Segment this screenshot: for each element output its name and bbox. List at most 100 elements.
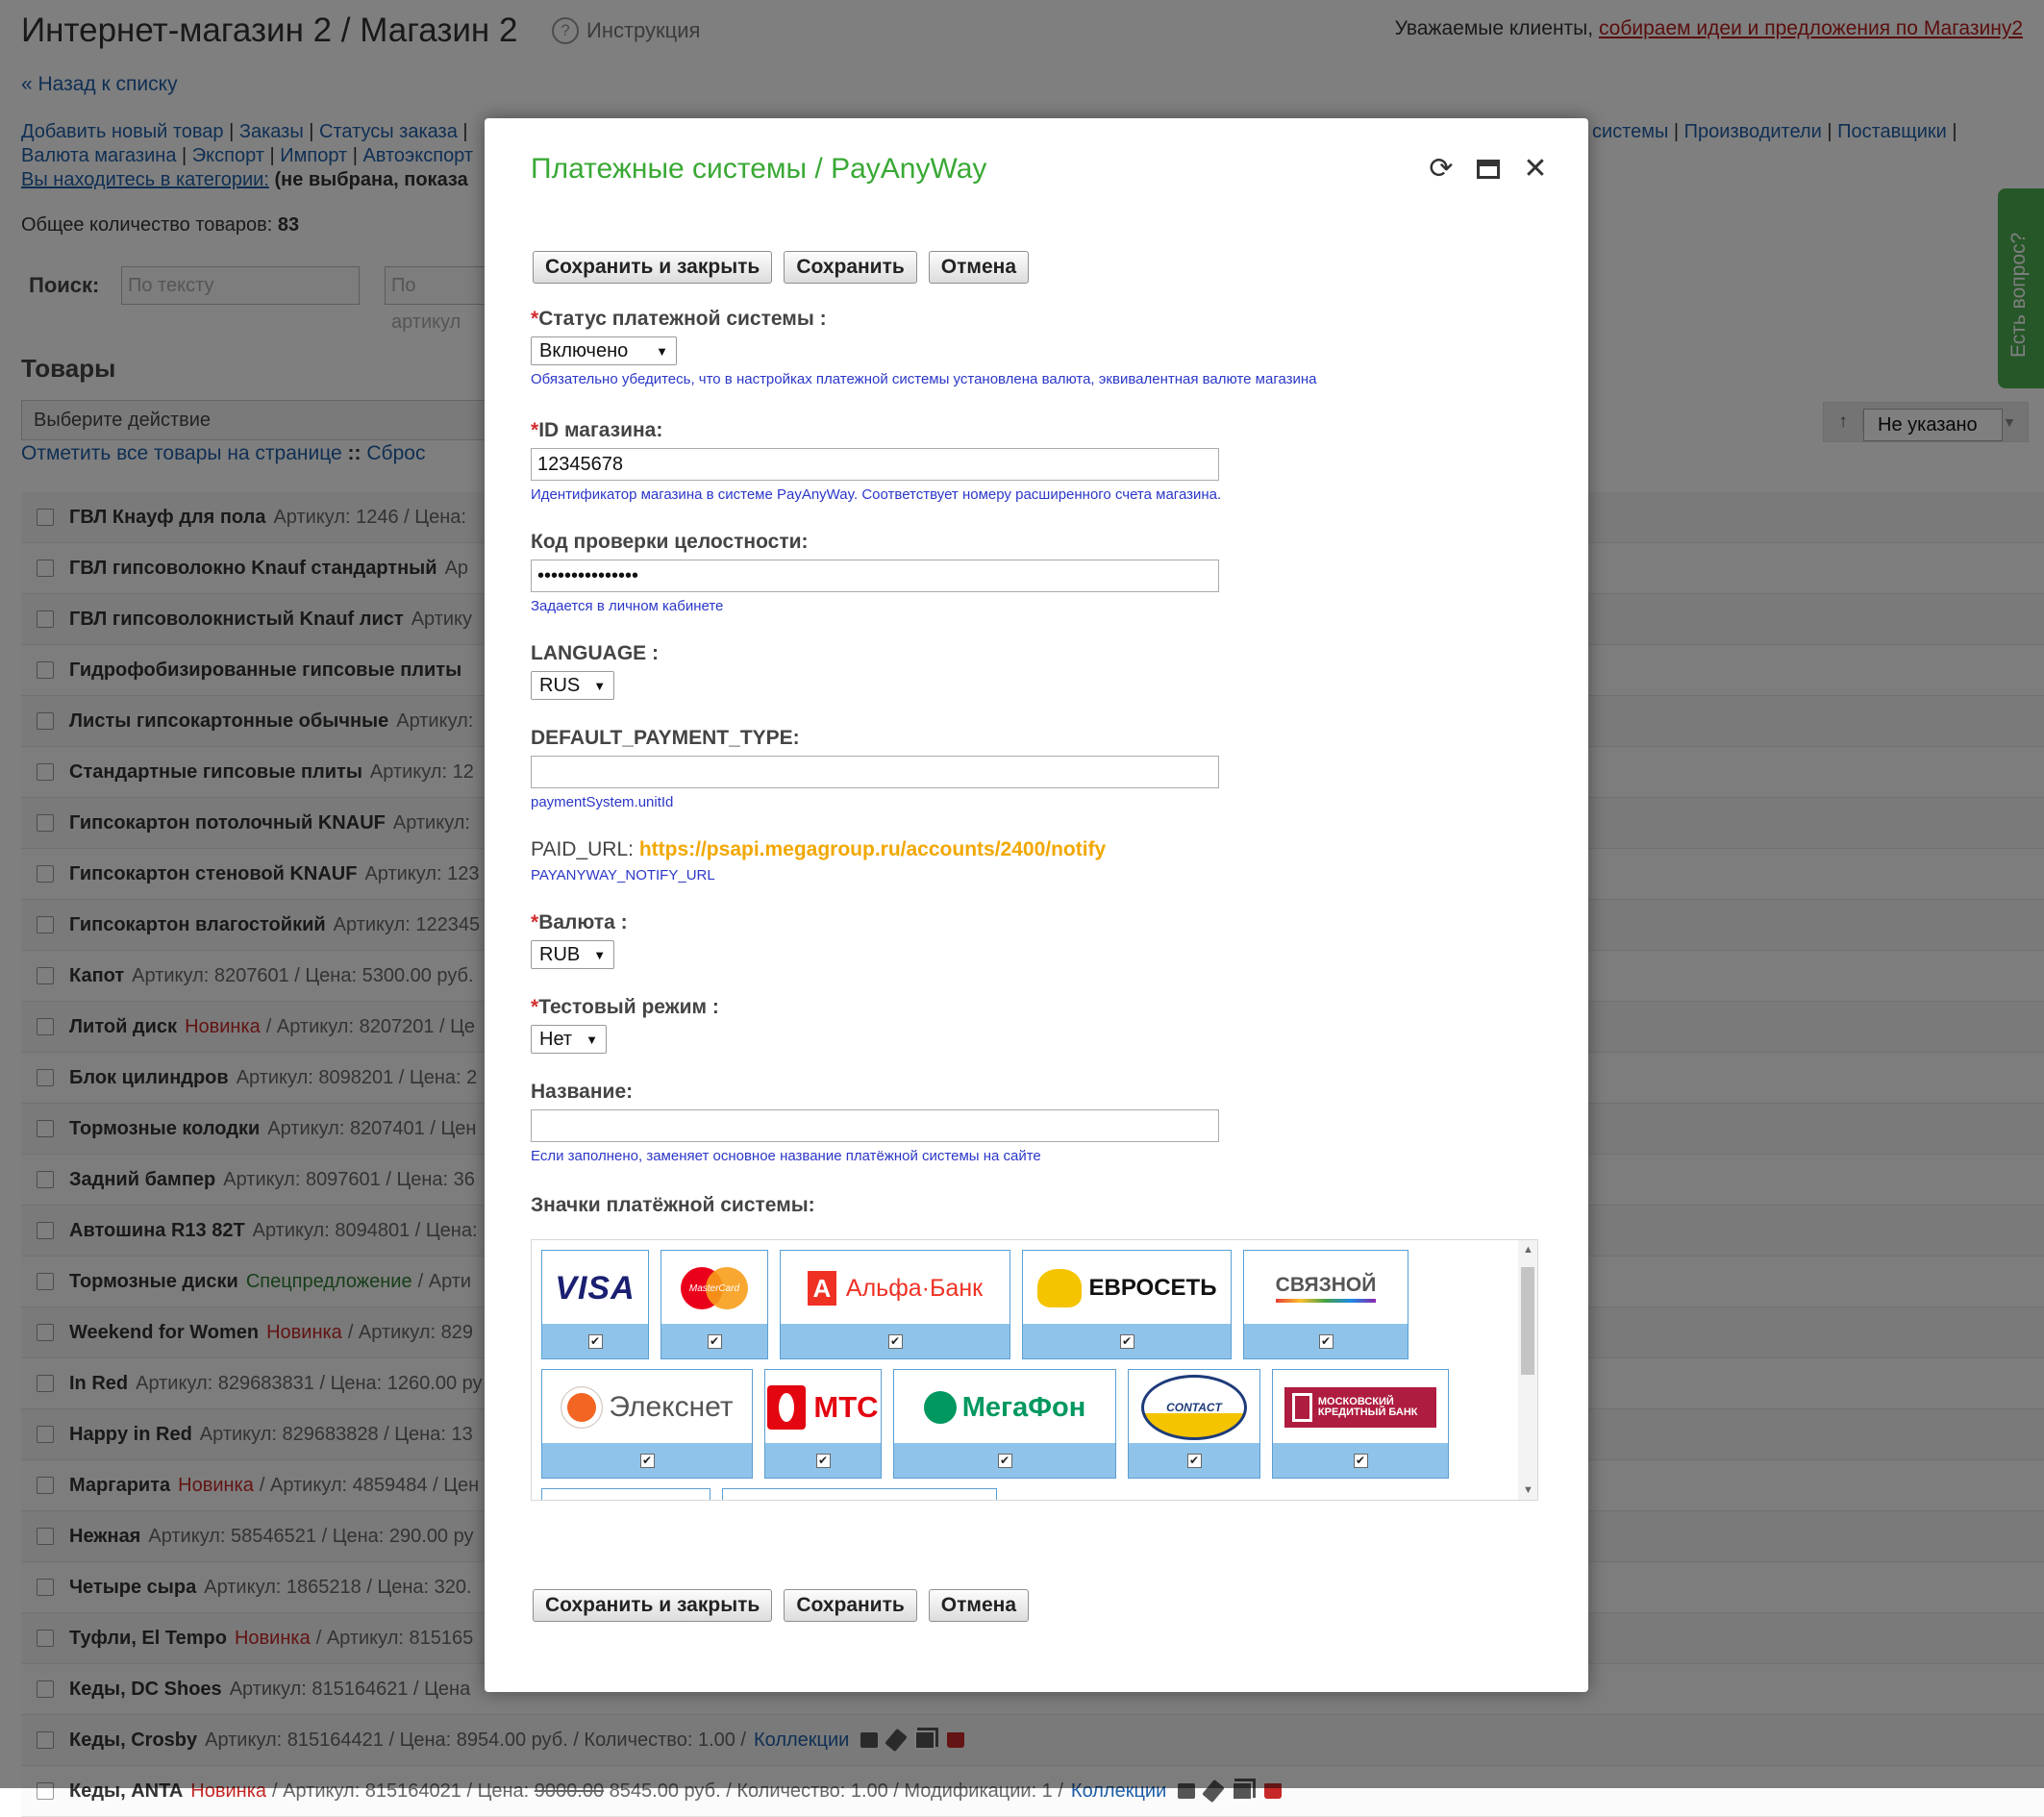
save-close-button[interactable]: Сохранить и закрыть (533, 251, 773, 284)
scroll-up-icon[interactable]: ▲ (1523, 1244, 1533, 1256)
cancel-button[interactable]: Отмена (928, 1589, 1029, 1622)
icons-label-text: Значки платёжной системы: (531, 1194, 815, 1216)
name-hint: Если заполнено, заменяет основное назван… (531, 1148, 1041, 1164)
icon-checkbox[interactable]: ✔ (1186, 1453, 1202, 1468)
alfa-bank-logo: А Альфа·Банк (781, 1251, 1010, 1326)
name-input[interactable] (531, 1109, 1219, 1142)
status-hint: Обязательно убедитесь, что в настройках … (531, 371, 1317, 387)
modal-title: Платежные системы / PayAnyWay (531, 153, 987, 185)
mkb-logo-tile[interactable]: МОСКОВСКИЙ КРЕДИТНЫЙ БАНК ✔ (1272, 1369, 1449, 1479)
icon-checkbox[interactable]: ✔ (815, 1453, 831, 1468)
modal-tools: ⟳ ✕ (1427, 155, 1550, 184)
icon-checkbox-bar: ✔ (1244, 1324, 1408, 1358)
status-value: Включено (539, 339, 629, 361)
top-buttons: Сохранить и закрыть Сохранить Отмена (533, 251, 1029, 284)
scroll-down-icon[interactable]: ▼ (1523, 1484, 1533, 1496)
test-mode-label: Тестовый режим : (538, 996, 719, 1018)
shop-id-field: *ID магазина: 12345678 Идентификатор маг… (531, 419, 1221, 503)
mastercard-logo: MasterCard (661, 1251, 767, 1326)
payment-type-input[interactable] (531, 756, 1219, 788)
integrity-input[interactable]: ••••••••••••••• (531, 560, 1219, 592)
svyaznoy-logo: СВЯЗНОЙ (1244, 1251, 1408, 1326)
mkb-logo: МОСКОВСКИЙ КРЕДИТНЫЙ БАНК (1273, 1370, 1448, 1445)
integrity-hint: Задается в личном кабинете (531, 598, 724, 614)
paid-url-field: PAID_URL: https://psapi.megagroup.ru/acc… (531, 838, 1106, 884)
icon-checkbox-bar: ✔ (542, 1443, 752, 1478)
language-label: LANGUAGE : (531, 642, 659, 664)
maximize-icon[interactable] (1477, 160, 1500, 179)
close-icon[interactable]: ✕ (1521, 155, 1550, 184)
paid-url-hint: PAYANYWAY_NOTIFY_URL (531, 867, 715, 884)
icon-checkbox-bar: ✔ (1023, 1324, 1231, 1358)
cancel-button[interactable]: Отмена (928, 251, 1029, 284)
dropdown-caret-icon: ▼ (656, 343, 668, 359)
payment-icon-tile-hidden[interactable] (541, 1488, 710, 1500)
status-field: *Статус платежной системы : Включено ▼ Об… (531, 308, 1317, 387)
currency-value: RUB (539, 943, 581, 965)
icons-label: Значки платёжной системы: (531, 1194, 815, 1217)
dropdown-caret-icon: ▼ (586, 1032, 598, 1047)
status-select[interactable]: Включено ▼ (531, 336, 677, 365)
save-close-button[interactable]: Сохранить и закрыть (533, 1589, 773, 1622)
contact-logo-tile[interactable]: CONTACT ✔ (1128, 1369, 1260, 1479)
language-select[interactable]: RUS ▼ (531, 671, 615, 700)
icon-checkbox[interactable]: ✔ (887, 1333, 903, 1349)
icon-checkbox-bar: ✔ (1273, 1443, 1448, 1478)
currency-field: *Валюта : RUB ▼ (531, 911, 628, 969)
contact-logo: CONTACT (1129, 1370, 1259, 1445)
scrollbar[interactable]: ▲ ▼ (1518, 1240, 1537, 1500)
name-label: Название: (531, 1081, 634, 1103)
icon-checkbox[interactable]: ✔ (1318, 1333, 1334, 1349)
icon-checkbox[interactable]: ✔ (997, 1453, 1012, 1468)
mastercard-logo-tile[interactable]: MasterCard ✔ (661, 1250, 768, 1359)
payment-type-label: DEFAULT_PAYMENT_TYPE: (531, 727, 800, 749)
icon-checkbox[interactable]: ✔ (587, 1333, 603, 1349)
shop-id-hint: Идентификатор магазина в системе PayAnyW… (531, 486, 1222, 503)
icon-checkbox[interactable]: ✔ (639, 1453, 655, 1468)
mts-logo-tile[interactable]: МТС ✔ (764, 1369, 882, 1479)
test-mode-field: *Тестовый режим : Нет ▼ (531, 996, 719, 1054)
payment-modal: Платежные системы / PayAnyWay ⟳ ✕ Сохран… (485, 118, 1588, 1692)
svyaznoy-logo-tile[interactable]: СВЯЗНОЙ ✔ (1243, 1250, 1408, 1359)
icon-checkbox[interactable]: ✔ (707, 1333, 722, 1349)
euroset-logo: ЕВРОСЕТЬ (1023, 1251, 1231, 1326)
dropdown-caret-icon: ▼ (593, 678, 607, 693)
icon-checkbox[interactable]: ✔ (1119, 1333, 1134, 1349)
required-mark: * (531, 419, 539, 441)
icon-checkbox-bar: ✔ (765, 1443, 881, 1478)
visa-logo-tile[interactable]: VISA ✔ (541, 1250, 649, 1359)
icon-checkbox-bar: ✔ (1129, 1443, 1259, 1478)
payment-icon-tile-hidden[interactable] (722, 1488, 997, 1500)
required-mark: * (531, 308, 539, 330)
shop-id-input[interactable]: 12345678 (531, 448, 1219, 481)
alfa-bank-logo-tile[interactable]: А Альфа·Банк ✔ (780, 1250, 1010, 1359)
megafon-logo: МегаФон (894, 1370, 1115, 1445)
mts-logo: МТС (765, 1370, 881, 1445)
eleksnet-logo-tile[interactable]: Элекснет ✔ (541, 1369, 753, 1479)
language-value: RUS (539, 674, 581, 696)
paid-url-label: PAID_URL: (531, 838, 634, 860)
refresh-icon[interactable]: ⟳ (1427, 155, 1456, 184)
scrollbar-thumb[interactable] (1521, 1267, 1534, 1375)
save-button[interactable]: Сохранить (784, 1589, 917, 1622)
icon-checkbox-bar: ✔ (781, 1324, 1010, 1358)
save-button[interactable]: Сохранить (784, 251, 917, 284)
euroset-logo-tile[interactable]: ЕВРОСЕТЬ ✔ (1022, 1250, 1232, 1359)
test-mode-select[interactable]: Нет ▼ (531, 1025, 607, 1054)
megafon-logo-tile[interactable]: МегаФон ✔ (893, 1369, 1116, 1479)
required-mark: * (531, 996, 539, 1018)
visa-logo: VISA (555, 1269, 636, 1307)
icon-checkbox[interactable]: ✔ (1353, 1453, 1368, 1468)
dropdown-caret-icon: ▼ (593, 947, 607, 962)
icon-checkbox-bar: ✔ (542, 1324, 648, 1358)
name-field: Название: Если заполнено, заменяет основ… (531, 1081, 1219, 1164)
integrity-field: Код проверки целостности: ••••••••••••••… (531, 531, 1219, 614)
language-field: LANGUAGE : RUS ▼ (531, 642, 659, 700)
currency-label: Валюта : (538, 911, 628, 933)
payment-type-field: DEFAULT_PAYMENT_TYPE: paymentSystem.unit… (531, 727, 1219, 810)
paid-url-value: https://psapi.megagroup.ru/accounts/2400… (638, 838, 1107, 860)
payment-icons-box: ▲ ▼ VISA ✔ MasterCard ✔ А Альфа·Банк ✔ ЕВРОСЕТЬ… (531, 1239, 1538, 1501)
status-label: Статус платежной системы : (538, 308, 827, 330)
payment-type-hint: paymentSystem.unitId (531, 794, 674, 810)
currency-select[interactable]: RUB ▼ (531, 940, 615, 969)
